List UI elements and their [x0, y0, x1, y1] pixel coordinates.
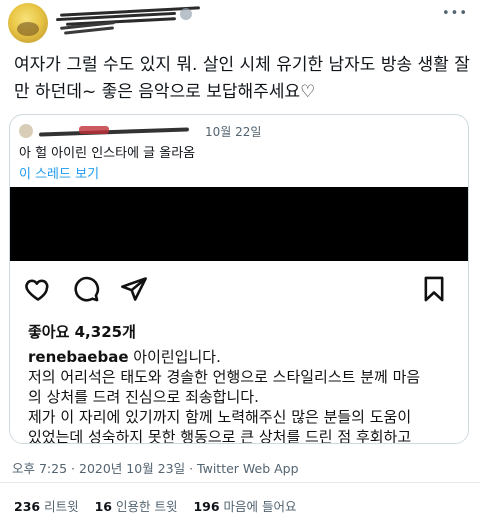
caption-line: 있었는데 성숙하지 못한 행동으로 큰 상처를 드린 점 후회하고 — [28, 428, 412, 444]
author-handle-redacted — [59, 21, 120, 36]
heart-icon — [25, 279, 49, 301]
caption-line: 저의 어리석은 태도와 경솔한 언행으로 스타일리스트 분께 마음 — [28, 368, 421, 386]
tweet-text: 여자가 그럴 수도 있지 뭐. 살인 시체 유기한 남자도 방송 생활 잘만 하… — [14, 55, 470, 102]
show-thread-link[interactable]: 이 스레드 보기 — [19, 163, 99, 182]
bookmark-icon — [424, 276, 444, 302]
caption-line: 의 상처를 드려 진심으로 죄송합니다. — [28, 388, 259, 406]
caption-line: 제가 이 자리에 있기까지 함께 노력해주신 많은 분들의 도움이 — [28, 408, 412, 426]
divider — [0, 482, 480, 483]
instagram-post-screenshot: 좋아요 4,325개 renebaebae 아이린입니다. 저의 어리석은 태도… — [10, 261, 468, 444]
tweet-stats: 236 리트윗 16 인용한 트윗 196 마음에 들어요 — [14, 496, 309, 515]
author-avatar[interactable] — [8, 3, 48, 43]
quoted-author-avatar — [19, 124, 33, 138]
quoted-tweet-date: 10월 22일 — [205, 125, 262, 139]
tweet-source[interactable]: Twitter Web App — [197, 461, 299, 476]
quoted-tweet-text: 아 헐 아이린 인스타에 글 올라옴 — [19, 146, 196, 161]
instagram-likes-count: 좋아요 4,325개 — [28, 323, 136, 341]
quoted-image-redacted[interactable] — [10, 187, 468, 261]
tweet-meta: 오후 7:25 · 2020년 10월 23일 · Twitter Web Ap… — [12, 458, 299, 477]
quoted-tweet-header: 10월 22일 — [19, 123, 459, 141]
separator: · — [71, 461, 76, 476]
badge-icon — [180, 8, 192, 20]
quoted-author-name-redacted — [38, 127, 190, 137]
instagram-username: renebaebae — [28, 348, 129, 366]
retweets-stat[interactable]: 236 리트윗 — [14, 499, 79, 514]
tweet-time[interactable]: 오후 7:25 — [12, 461, 67, 476]
likes-stat[interactable]: 196 마음에 들어요 — [193, 499, 296, 514]
more-horizontal-icon[interactable]: ••• — [442, 6, 468, 21]
tweet-date[interactable]: 2020년 10월 23일 — [79, 461, 185, 476]
instagram-caption: renebaebae 아이린입니다. 저의 어리석은 태도와 경솔한 언행으로 … — [28, 347, 458, 444]
comment-icon — [74, 276, 100, 302]
quoted-author-emoji-redacted — [79, 126, 109, 134]
separator: · — [189, 461, 194, 476]
share-icon — [121, 277, 147, 301]
caption-intro: 아이린입니다. — [133, 348, 221, 366]
instagram-action-bar — [24, 275, 454, 305]
quote-tweets-stat[interactable]: 16 인용한 트윗 — [95, 499, 178, 514]
caption-first-line: renebaebae 아이린입니다. — [28, 347, 458, 367]
quoted-tweet[interactable]: 10월 22일 아 헐 아이린 인스타에 글 올라옴 이 스레드 보기 좋아요 … — [9, 114, 469, 444]
